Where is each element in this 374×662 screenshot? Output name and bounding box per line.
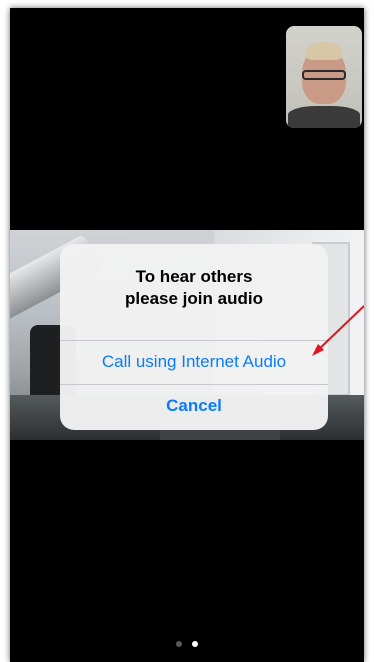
participant-hair <box>306 42 342 60</box>
participant-glasses <box>302 70 346 80</box>
self-view-thumbnail[interactable] <box>286 26 362 128</box>
page-dot[interactable] <box>175 641 182 647</box>
page-dot-active[interactable] <box>192 641 199 647</box>
dialog-divider <box>60 340 328 341</box>
join-audio-dialog: To hear others please join audio Call us… <box>60 244 328 430</box>
page-indicator[interactable] <box>10 634 364 647</box>
call-internet-audio-button[interactable]: Call using Internet Audio <box>60 351 328 373</box>
participant-shirt <box>288 106 360 128</box>
dialog-title: To hear others please join audio <box>125 267 263 308</box>
dialog-divider <box>60 384 328 385</box>
meeting-screen: To hear others please join audio Call us… <box>10 8 364 662</box>
cancel-button[interactable]: Cancel <box>60 395 328 417</box>
